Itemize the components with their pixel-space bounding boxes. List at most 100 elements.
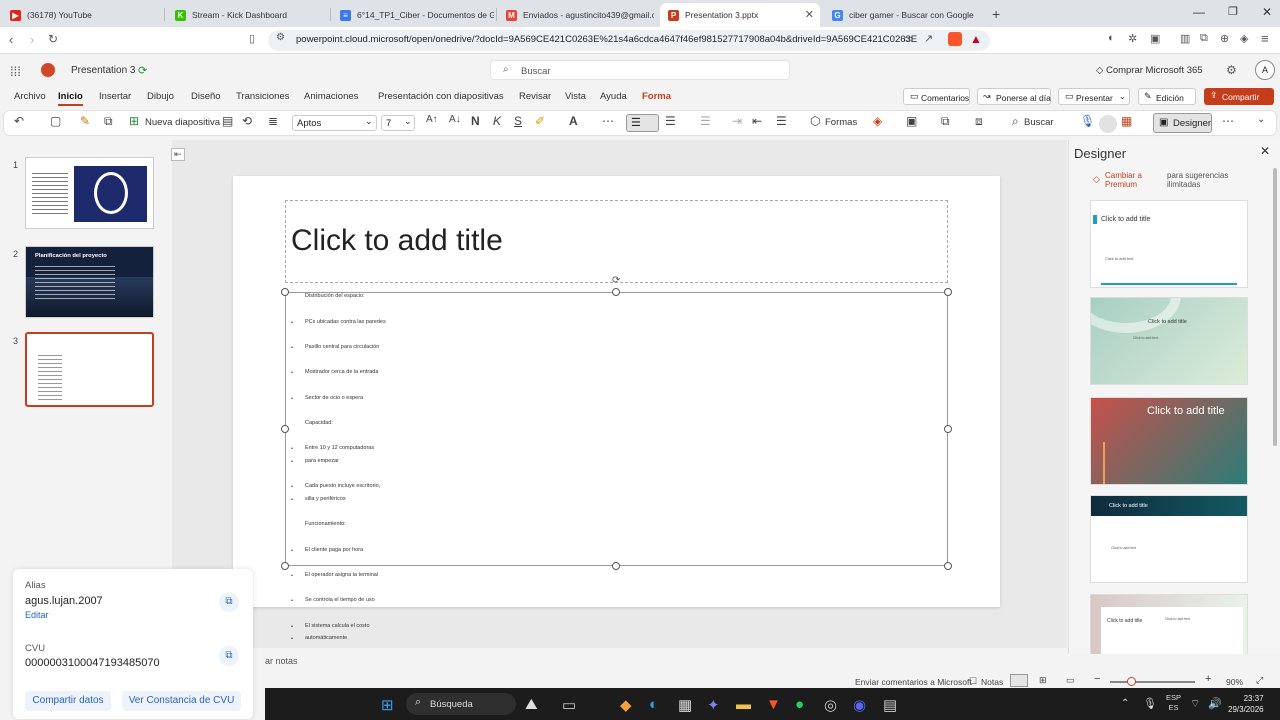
reading-view-icon[interactable]: ▭ [1066,675,1075,686]
align-left-icon[interactable]: ☰ [700,114,711,128]
resize-handle[interactable] [944,562,952,570]
maximize-icon[interactable]: ❐ [1228,5,1238,18]
slide-text-line[interactable]: Mostrador cerca de la entrada [305,369,378,375]
design-idea-2[interactable]: Click to add title Click to add text [1090,297,1248,385]
zoom-level[interactable]: 90% [1226,677,1243,687]
slide-text-line[interactable]: Funcionamiento: [305,521,346,527]
resize-handle[interactable] [944,425,952,433]
widget-icon[interactable]: ⛰ [525,696,538,713]
site-info-icon[interactable]: ⚙ [276,32,285,43]
task-view-icon[interactable]: ▭ [562,696,576,714]
reload-icon[interactable]: ↻ [48,32,58,46]
designer-button[interactable]: ▣ Designer [1153,113,1212,133]
spotify-icon[interactable]: ● [795,696,804,713]
tab-inicio[interactable]: Inicio [58,91,83,102]
tab-animaciones[interactable]: Animaciones [304,91,358,102]
resize-handle[interactable] [281,288,289,296]
normal-view-button[interactable] [1010,674,1028,687]
highlight-icon[interactable]: ✐ [535,114,545,128]
slide-text-line[interactable]: El operador asigna la terminal [305,572,378,578]
section-icon[interactable]: ≣ [268,114,278,128]
design-idea-1[interactable]: Click to add title Click to add text [1090,200,1248,288]
arrange-icon[interactable]: ⧉ [941,114,950,129]
upgrade-premium-link[interactable]: Cambiar a Premium [1105,171,1160,189]
underline-icon[interactable]: S [514,114,522,128]
clock[interactable]: 23:37 29/3/2026 [1228,693,1264,715]
browser-menu-icon[interactable]: ≡ [1261,31,1269,46]
tab-youtube[interactable]: ▶ (36178) YouTube [2,3,162,27]
tab-archivo[interactable]: Archivo [14,91,46,102]
volume-icon[interactable]: 🔊 [1208,697,1222,710]
tab-google[interactable]: Gciber gamer - Buscar con Google [824,3,984,27]
new-tab-icon[interactable]: + [992,6,1000,22]
new-slide-button[interactable]: Nueva diapositiva [145,117,220,128]
zoom-in-icon[interactable]: + [1205,673,1211,685]
notes-toggle[interactable]: Notas [981,677,1003,687]
taskbar-search-box[interactable]: ⌕ Búsqueda [406,693,516,715]
font-select[interactable]: Aptos ⌄ [292,115,377,131]
ribbon-more-icon[interactable]: ⋯ [1222,114,1234,128]
edit-alias-link[interactable]: Editar [25,610,49,620]
layout-icon[interactable]: ▤ [222,114,233,128]
puzzle-icon[interactable]: ✲ [1128,32,1137,45]
tab-transiciones[interactable]: Transiciones [236,91,290,102]
present-button[interactable]: ▭ Presentar ⌄ [1058,88,1130,105]
back-icon[interactable]: ‹ [9,32,13,47]
add-in-icon[interactable]: ▦ [1121,114,1132,128]
wallet-icon[interactable]: ▣ [1150,32,1160,45]
close-window-icon[interactable]: ✕ [1262,5,1272,19]
tab-forma[interactable]: Forma [642,91,671,102]
slide-text-line[interactable]: automáticamente [305,635,347,641]
new-slide-icon[interactable]: ⊞ [129,114,139,128]
font-color-icon[interactable]: A [569,114,578,128]
share-data-button[interactable]: Compartir datos [25,691,111,711]
brave-rewards-icon[interactable]: ▲ [970,32,982,46]
design-idea-4[interactable]: Click to add title Click to add text [1090,495,1248,583]
tab-diseno[interactable]: Diseño [191,91,221,102]
comments-button[interactable]: ▭ Comentarios [903,88,970,105]
tab-ayuda[interactable]: Ayuda [600,91,627,102]
share-icon[interactable]: ↗ [924,32,933,45]
tab-presentacion-diapositivas[interactable]: Presentación con diapositivas [378,91,504,102]
settings-icon[interactable]: ⚙ [1226,63,1237,77]
buy-microsoft-365-link[interactable]: ◇ Comprar Microsoft 365 [1096,65,1203,76]
slide-text-line[interactable]: Capacidad: [305,420,333,426]
close-tab-icon[interactable]: ✕ [805,8,814,21]
slide-text-line[interactable]: silla y periféricos [305,496,346,502]
slide-text-line[interactable]: PCs ubicadas contra las paredes [305,319,386,325]
slide-title-placeholder[interactable]: Click to add title [291,224,503,258]
copy-alias-icon[interactable]: ⧉ [219,592,239,612]
slide-text-line[interactable]: Cada puesto incluye escritorio, [305,483,380,489]
vpn-icon[interactable]: ⊕ [1220,32,1229,45]
zoom-slider-thumb[interactable] [1127,677,1136,686]
shapes-button[interactable]: Formas [825,117,857,128]
catch-up-button[interactable]: ↝ Ponerse al día [977,88,1051,105]
forward-icon[interactable]: › [30,32,34,47]
file-explorer-icon[interactable]: ▬ [736,696,751,713]
find-button[interactable]: Buscar [1024,117,1054,128]
tab-kick[interactable]: K Stream - Kick Dashboard [167,3,327,27]
tab-revisar[interactable]: Revisar [519,91,551,102]
bullets-button[interactable]: ☰ [626,114,659,132]
slide-thumbnail-1[interactable] [25,157,154,229]
teams-icon[interactable]: ✦ [707,696,720,714]
slide-text-line[interactable]: Pasillo central para circulación [305,344,379,350]
shape-fill-icon[interactable]: ◈ [873,114,882,128]
italic-icon[interactable]: K [493,114,501,128]
bold-icon[interactable]: N [471,114,480,128]
indent-icon[interactable]: ⇤ [752,114,762,128]
notes-placeholder[interactable]: ar notas [265,656,298,666]
minimize-icon[interactable]: — [1193,5,1205,19]
resize-handle[interactable] [612,288,620,296]
resize-handle[interactable] [944,288,952,296]
numbered-list-icon[interactable]: ☰ [665,114,676,128]
network-icon[interactable]: ⌔ [1190,697,1200,711]
shapes-icon[interactable]: ⬡ [810,114,820,128]
slide-text-line[interactable]: Entre 10 y 12 computadoras [305,445,374,451]
chevron-down-icon[interactable]: ⌄ [1119,92,1126,101]
content-textbox[interactable] [285,292,948,566]
reset-icon[interactable]: ⟲ [242,114,252,128]
share-button[interactable]: ⇪ Compartir [1204,88,1274,105]
dictate-icon[interactable]: 🎙 [1080,114,1095,128]
document-title[interactable]: Presentation 3 [71,65,136,76]
